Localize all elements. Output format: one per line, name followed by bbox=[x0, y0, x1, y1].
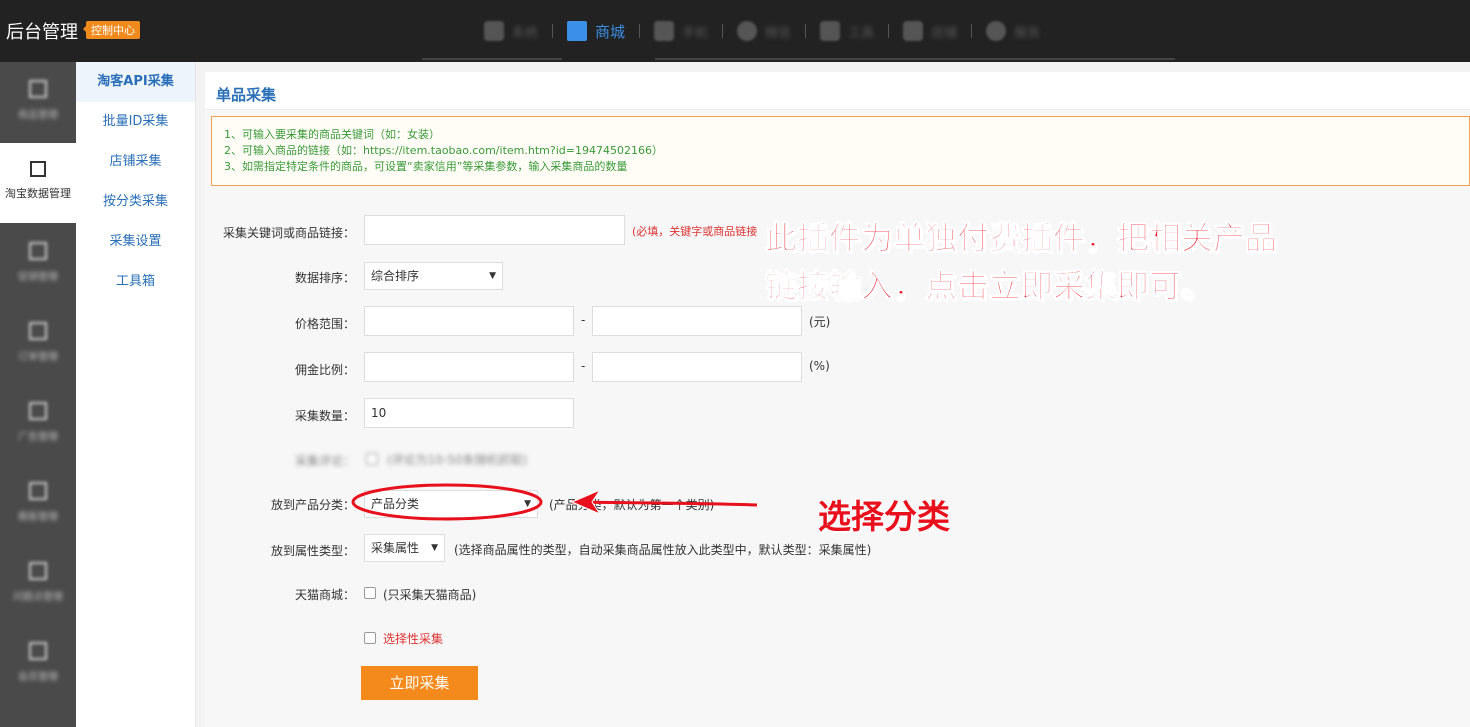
category-highlight-ellipse bbox=[351, 483, 543, 521]
annotation-overlay bbox=[351, 483, 758, 521]
annotation-category: 选择分类 bbox=[818, 497, 950, 536]
annotation-arrow bbox=[571, 500, 758, 507]
annotation-main: 此插件为单独付费插件，把相关产品 链接输入，点击立即采集即可。 bbox=[764, 214, 1278, 310]
annotation-main-line: 链接输入，点击立即采集即可。 bbox=[764, 267, 1214, 306]
annotation-main-line: 此插件为单独付费插件，把相关产品 bbox=[764, 219, 1278, 258]
